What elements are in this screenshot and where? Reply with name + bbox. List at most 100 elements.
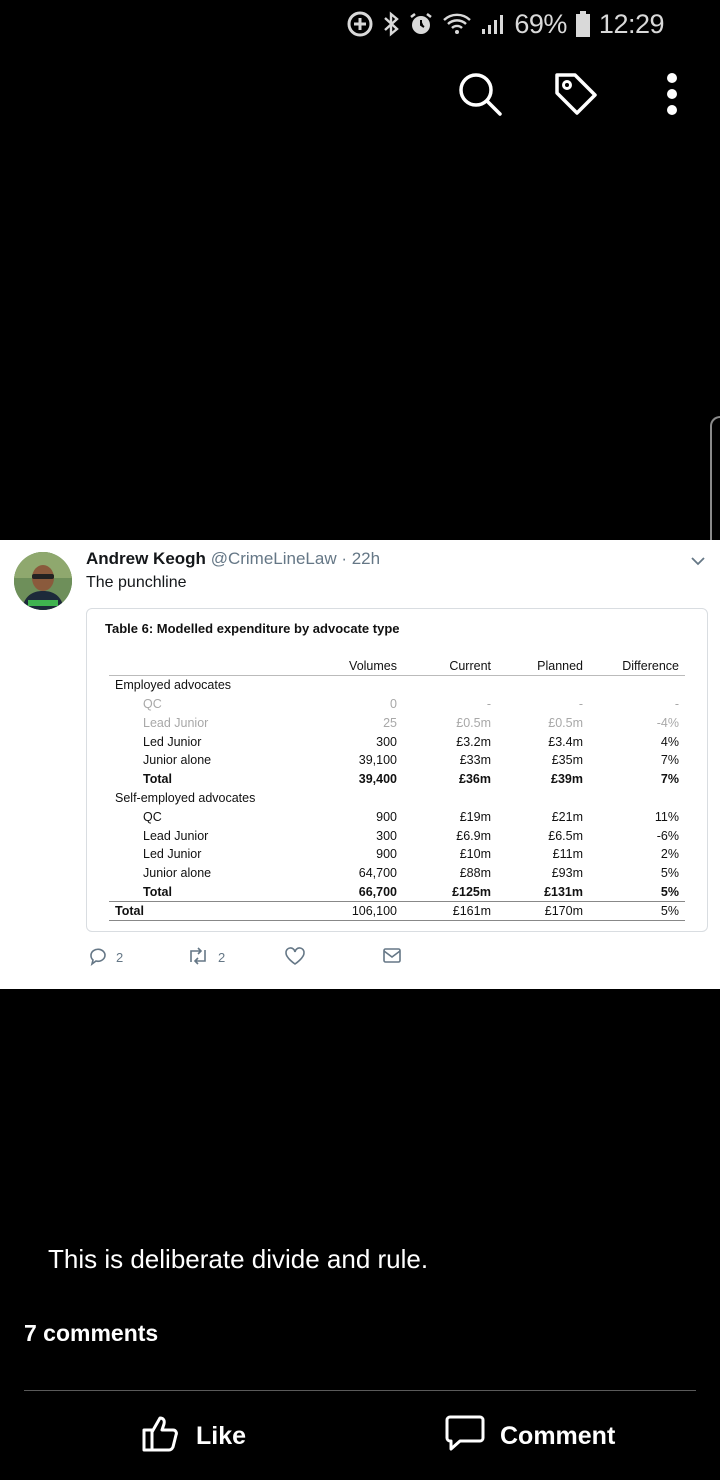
like-button[interactable]: Like: [140, 1414, 246, 1458]
thumbs-up-icon: [140, 1412, 182, 1461]
row-label: Total: [109, 900, 323, 921]
row-label: Led Junior: [143, 847, 202, 862]
table-cell: £3.2m: [456, 734, 491, 749]
like-label: Like: [196, 1421, 247, 1450]
table-row: Lead Junior 25 £0.5m £0.5m -4%: [109, 713, 685, 732]
data-saver-icon: [346, 10, 374, 38]
row-label: Total: [143, 884, 172, 899]
column-header: Volumes: [323, 657, 403, 677]
divider: [24, 1390, 696, 1391]
table-row: Junior alone 64,700 £88m £93m 5%: [109, 864, 685, 883]
more-options-button[interactable]: [644, 66, 700, 126]
search-icon: [456, 70, 504, 123]
status-icons: 69% 12:29: [346, 8, 665, 40]
battery-percent: 69%: [514, 8, 567, 39]
table-cell: 7%: [660, 753, 679, 768]
signal-icon: [480, 12, 506, 36]
table-cell: £6.9m: [456, 828, 491, 843]
column-header: [109, 657, 323, 677]
table-cell: £0.5m: [456, 715, 491, 730]
table-cell: 0: [390, 696, 397, 711]
table-cell: 5%: [660, 866, 679, 881]
retweet-button[interactable]: 2: [186, 946, 225, 969]
table-cell: 300: [376, 828, 397, 843]
post-caption: This is deliberate divide and rule.: [48, 1244, 429, 1274]
search-button[interactable]: [452, 66, 508, 126]
table-row: Total 66,700 £125m £131m 5%: [109, 883, 685, 902]
table-cell: £0.5m: [548, 715, 583, 730]
chevron-down-icon[interactable]: [690, 554, 706, 566]
table-cell: £33m: [459, 753, 491, 768]
direct-message-button[interactable]: [382, 946, 402, 967]
comment-bubble-icon: [444, 1412, 486, 1461]
table-cell: £131m: [544, 884, 583, 899]
table-cell: 900: [376, 847, 397, 862]
table-cell: -6%: [656, 828, 679, 843]
clock: 12:29: [598, 8, 665, 39]
table-cell: 300: [376, 734, 397, 749]
table-row: Total 106,100 £161m £170m 5%: [109, 900, 685, 921]
table-title: Table 6: Modelled expenditure by advocat…: [105, 621, 400, 636]
column-header: Difference: [589, 657, 685, 677]
tag-button[interactable]: [548, 66, 604, 126]
table-cell: 4%: [660, 734, 679, 749]
table-cell: 66,700: [358, 884, 397, 899]
table-cell: 2%: [660, 847, 679, 862]
table-cell: £35m: [551, 753, 583, 768]
table-cell: £161m: [403, 900, 497, 921]
avatar: [14, 552, 72, 610]
table-row: Led Junior 900 £10m £11m 2%: [109, 845, 685, 864]
table-row: QC 900 £19m £21m 11%: [109, 807, 685, 826]
row-label: Junior alone: [143, 753, 212, 768]
table-cell: £125m: [452, 884, 491, 899]
table-row: Lead Junior 300 £6.9m £6.5m -6%: [109, 826, 685, 845]
battery-icon: [575, 10, 591, 38]
envelope-icon: [382, 946, 402, 967]
table-cell: £36m: [459, 772, 491, 787]
row-label: Led Junior: [143, 734, 202, 749]
row-label: Employed advocates: [115, 678, 232, 693]
table-row: Total 39,400 £36m £39m 7%: [109, 770, 685, 789]
row-label: Lead Junior: [143, 828, 209, 843]
table-cell: £6.5m: [548, 828, 583, 843]
reply-button[interactable]: 2: [88, 946, 123, 969]
table-row: Led Junior 300 £3.2m £3.4m 4%: [109, 732, 685, 751]
row-label: Junior alone: [143, 866, 212, 881]
reply-icon: [88, 946, 108, 969]
tweet-text: The punchline: [86, 574, 187, 591]
expenditure-table: Volumes Current Planned Difference Emplo…: [109, 657, 685, 921]
author-name[interactable]: Andrew Keogh: [86, 549, 206, 568]
retweet-icon: [186, 946, 210, 969]
table-row: QC 0 - - -: [109, 695, 685, 714]
comments-count-link[interactable]: 7 comments: [24, 1320, 158, 1347]
table-cell: 900: [376, 809, 397, 824]
table-cell: £21m: [551, 809, 583, 824]
reply-count: 2: [116, 950, 124, 965]
table-cell: £93m: [551, 866, 583, 881]
table-cell: £88m: [459, 866, 491, 881]
table-cell: 5%: [589, 900, 685, 921]
comment-button[interactable]: Comment: [444, 1414, 615, 1458]
table-cell: 7%: [660, 772, 679, 787]
table-cell: £11m: [552, 847, 583, 862]
like-tweet-button[interactable]: [284, 946, 306, 969]
table-header-row: Volumes Current Planned Difference: [109, 657, 685, 677]
bluetooth-icon: [382, 11, 400, 37]
table-cell: £19m: [459, 809, 491, 824]
tag-icon: [551, 69, 601, 124]
column-header: Current: [403, 657, 497, 677]
wifi-icon: [442, 12, 472, 36]
tweet-actions: 2 2: [86, 946, 426, 972]
table-cell: 11%: [654, 809, 679, 824]
status-bar: 69% 12:29: [0, 0, 720, 50]
tweet-header: Andrew Keogh @CrimeLineLaw · 22h: [86, 549, 380, 569]
row-label: Lead Junior: [143, 715, 209, 730]
table-cell: 5%: [660, 884, 679, 899]
row-label: QC: [143, 696, 162, 711]
table-cell: 39,400: [358, 772, 397, 787]
table-cell: -: [486, 696, 491, 711]
table-row: Self-employed advocates: [109, 789, 685, 808]
author-handle[interactable]: @CrimeLineLaw · 22h: [211, 549, 380, 568]
column-header: Planned: [497, 657, 589, 677]
row-label: Total: [143, 772, 172, 787]
